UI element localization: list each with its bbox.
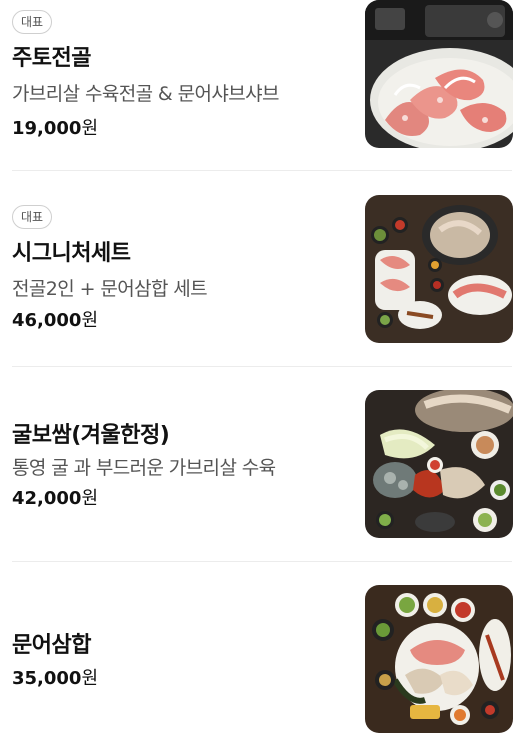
menu-item-name: 주토전골 [12,46,91,71]
menu-item-description: 전골2인 + 문어삼합 세트 [12,278,208,300]
menu-item-name: 문어삼합 [12,633,91,658]
menu-item-price: 35,000원 [12,668,99,689]
menu-item-jutojeongol[interactable]: 대표 주토전골 가브리살 수육전골 & 문어샤브샤브 19,000원 [12,0,513,148]
menu-item-description: 가브리살 수육전골 & 문어샤브샤브 [12,83,279,105]
menu-item-description: 통영 굴 과 부드러운 가브리살 수육 [12,457,276,479]
item-divider [12,561,512,562]
menu-item-photo [365,0,513,148]
menu-item-name: 시그니처세트 [12,241,131,266]
menu-item-price: 19,000원 [12,118,99,139]
item-divider [12,366,512,367]
menu-item-photo [365,195,513,343]
menu-item-oyster-bossam[interactable]: 굴보쌈(겨울한정) 통영 굴 과 부드러운 가브리살 수육 42,000원 [12,390,513,538]
menu-item-octopus-samhap[interactable]: 문어삼합 35,000원 [12,585,513,733]
menu-item-photo [365,585,513,733]
menu-item-price: 42,000원 [12,488,99,509]
menu-item-name: 굴보쌈(겨울한정) [12,423,170,448]
menu-item-price: 46,000원 [12,310,99,331]
menu-item-photo [365,390,513,538]
item-divider [12,170,512,171]
signature-badge: 대표 [12,10,53,34]
menu-item-signature-set[interactable]: 대표 시그니처세트 전골2인 + 문어삼합 세트 46,000원 [12,195,513,343]
signature-badge: 대표 [12,205,53,229]
